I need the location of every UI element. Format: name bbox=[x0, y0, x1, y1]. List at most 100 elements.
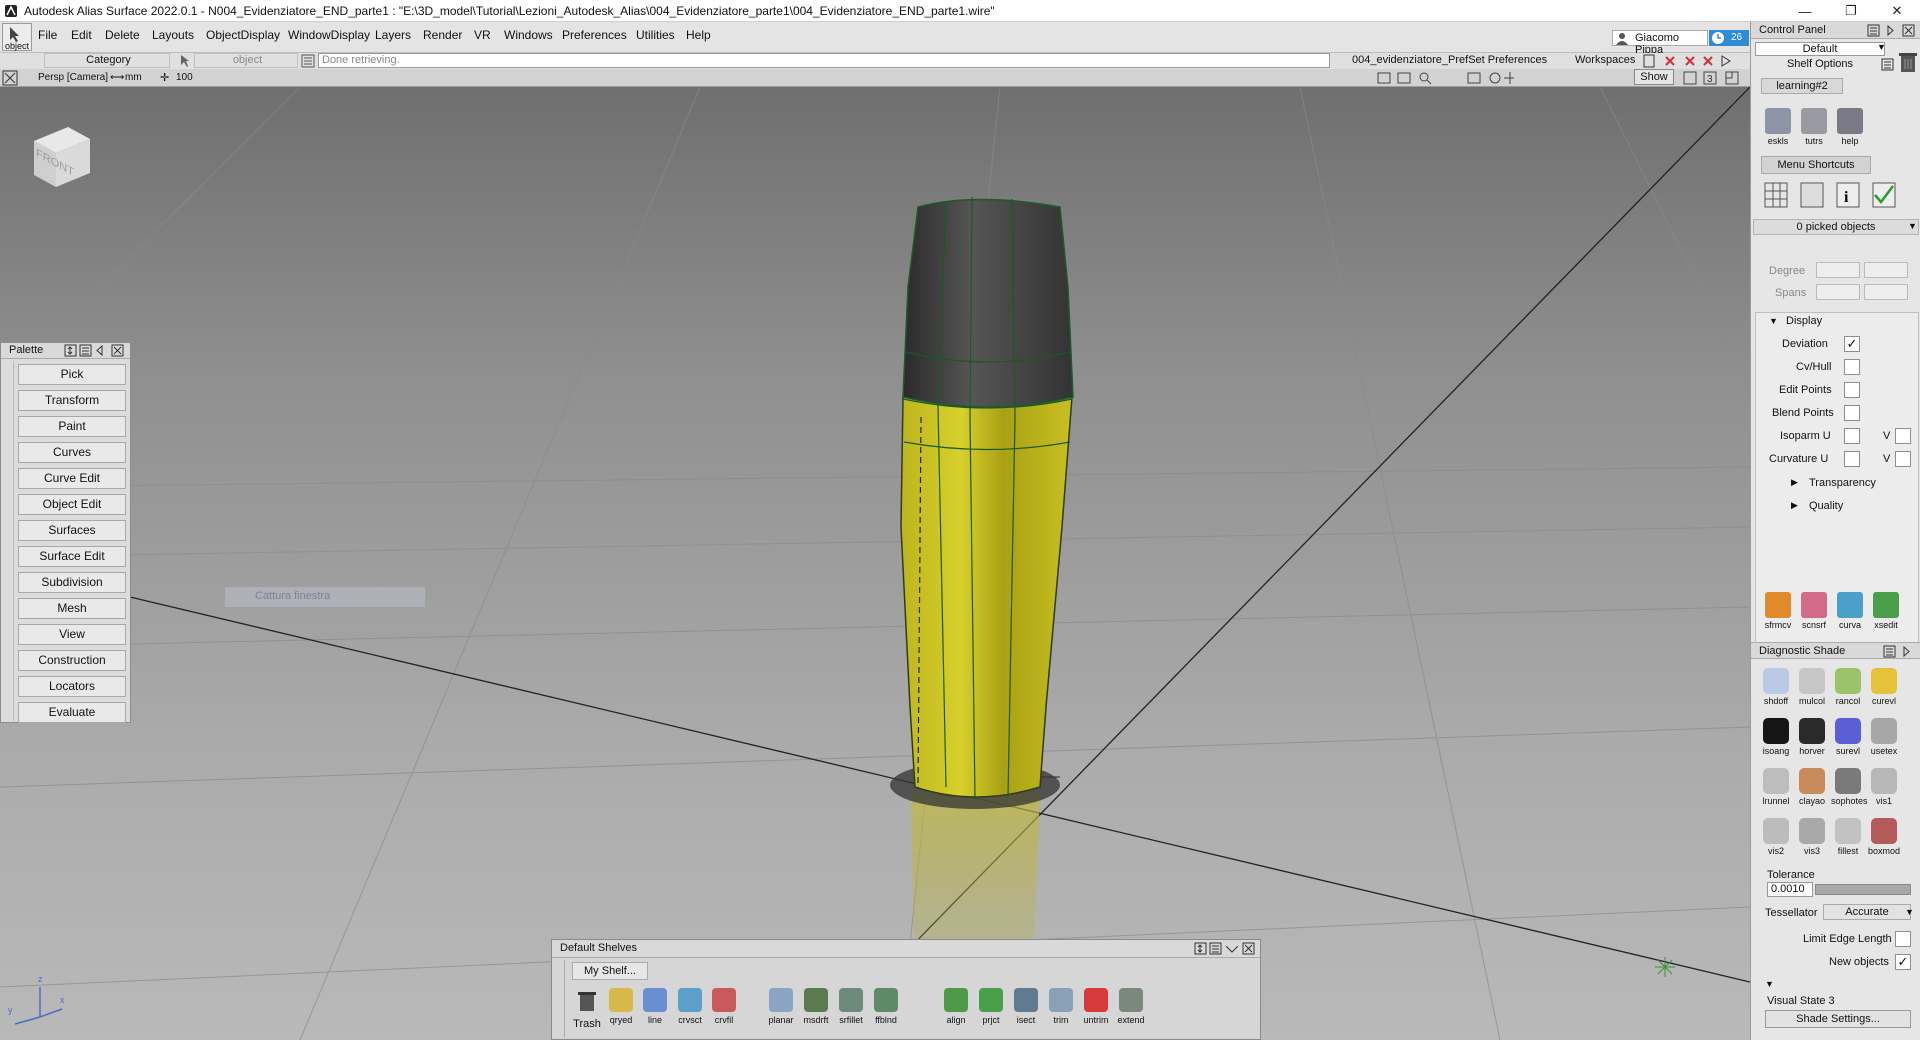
transparency-expand-icon[interactable]: ▶ bbox=[1791, 477, 1798, 488]
shelf-qryed[interactable]: qryed bbox=[604, 988, 638, 1025]
palette-object-edit[interactable]: Object Edit bbox=[18, 494, 126, 515]
display-expand-icon[interactable]: ▼ bbox=[1769, 316, 1778, 326]
shelf-ffblnd[interactable]: ffblnd bbox=[869, 988, 903, 1025]
diag-curevl[interactable]: curevl bbox=[1867, 668, 1901, 716]
tessellator-dropdown[interactable]: Accurate bbox=[1823, 904, 1911, 920]
control-panel-window-icons[interactable] bbox=[1867, 24, 1919, 38]
diag-rancol[interactable]: rancol bbox=[1831, 668, 1865, 716]
blend-points-checkbox[interactable] bbox=[1844, 405, 1860, 421]
diag-shdoff[interactable]: shdoff bbox=[1759, 668, 1793, 716]
menu-windowdisplay[interactable]: WindowDisplay bbox=[288, 28, 370, 42]
palette-pick[interactable]: Pick bbox=[18, 364, 126, 385]
palette-mesh[interactable]: Mesh bbox=[18, 598, 126, 619]
degree-field[interactable] bbox=[1816, 262, 1860, 278]
diag-sophotes[interactable]: sophotes bbox=[1831, 768, 1868, 816]
shelves-grip[interactable] bbox=[555, 960, 565, 1038]
diag-surevl[interactable]: surevl bbox=[1831, 718, 1865, 766]
workspaces-label[interactable]: Workspaces bbox=[1575, 54, 1635, 66]
shelf-scnsrf[interactable]: scnsrf bbox=[1797, 592, 1831, 640]
diag-usetex[interactable]: usetex bbox=[1867, 718, 1901, 766]
camera-label[interactable]: Persp [Camera] bbox=[38, 72, 108, 83]
menu-objectdisplay[interactable]: ObjectDisplay bbox=[206, 28, 280, 42]
new-objects-checkbox[interactable]: ✓ bbox=[1895, 954, 1911, 970]
shelf-trash[interactable]: Trash bbox=[570, 988, 604, 1030]
quality-label[interactable]: Quality bbox=[1809, 500, 1843, 512]
palette-view[interactable]: View bbox=[18, 624, 126, 645]
menu-shortcuts-tab[interactable]: Menu Shortcuts bbox=[1761, 156, 1871, 174]
user-account[interactable]: Giacomo Pippa bbox=[1612, 30, 1708, 56]
palette-paint[interactable]: Paint bbox=[18, 416, 126, 437]
shelf-help[interactable]: help bbox=[1833, 108, 1867, 156]
diag-clayao[interactable]: clayao bbox=[1795, 768, 1829, 816]
palette-grip[interactable] bbox=[4, 361, 14, 721]
shelf-eskls[interactable]: eskls bbox=[1761, 108, 1795, 156]
diag-isoang[interactable]: isoang bbox=[1759, 718, 1793, 766]
isoparm-v-checkbox[interactable] bbox=[1895, 428, 1911, 444]
palette-curves[interactable]: Curves bbox=[18, 442, 126, 463]
palette-surface-edit[interactable]: Surface Edit bbox=[18, 546, 126, 567]
shelf-msdrft[interactable]: msdrft bbox=[799, 988, 833, 1025]
shelf-srfillet[interactable]: srfillet bbox=[834, 988, 868, 1025]
menu-shortcut-icons[interactable]: i bbox=[1761, 180, 1911, 210]
diag-lrunnel[interactable]: lrunnel bbox=[1759, 768, 1793, 816]
diag-horver[interactable]: horver bbox=[1795, 718, 1829, 766]
pick-object-tool[interactable]: object bbox=[2, 23, 32, 51]
isoparm-u-checkbox[interactable] bbox=[1844, 428, 1860, 444]
close-button[interactable]: ✕ bbox=[1874, 0, 1920, 22]
diagnostic-shade-menu-icons[interactable] bbox=[1883, 645, 1915, 659]
prefset-label[interactable]: 004_evidenziatore_PrefSet Preferences bbox=[1352, 54, 1547, 66]
spans-field-v[interactable] bbox=[1864, 284, 1908, 300]
spans-field[interactable] bbox=[1816, 284, 1860, 300]
menu-layouts[interactable]: Layouts bbox=[152, 28, 194, 42]
shelf-align[interactable]: align bbox=[939, 988, 973, 1025]
diag-fillest[interactable]: fillest bbox=[1831, 818, 1865, 866]
menu-delete[interactable]: Delete bbox=[105, 28, 140, 42]
notification-badge[interactable]: 26 bbox=[1709, 30, 1749, 46]
shelf-xsedit[interactable]: xsedit bbox=[1869, 592, 1903, 640]
shelf-options-menu-icon[interactable] bbox=[1881, 58, 1895, 72]
palette-curve-edit[interactable]: Curve Edit bbox=[18, 468, 126, 489]
palette-controls-icons[interactable] bbox=[64, 344, 128, 358]
transparency-label[interactable]: Transparency bbox=[1809, 477, 1876, 489]
shelf-untrim[interactable]: untrim bbox=[1079, 988, 1113, 1025]
display-header[interactable]: Display bbox=[1786, 315, 1822, 327]
visual-state-collapse-icon[interactable]: ▼ bbox=[1765, 979, 1774, 989]
shelf-tutrs[interactable]: tutrs bbox=[1797, 108, 1831, 156]
shelf-options-button[interactable]: Shelf Options bbox=[1755, 58, 1885, 72]
palette-transform[interactable]: Transform bbox=[18, 390, 126, 411]
picked-objects-dropdown[interactable]: 0 picked objects bbox=[1753, 219, 1919, 235]
deviation-checkbox[interactable]: ✓ bbox=[1844, 336, 1860, 352]
menu-layers[interactable]: Layers bbox=[375, 28, 411, 42]
shelf-crvfil[interactable]: crvfil bbox=[707, 988, 741, 1025]
menu-help[interactable]: Help bbox=[686, 28, 711, 42]
shelf-isect[interactable]: isect bbox=[1009, 988, 1043, 1025]
preset-dropdown[interactable]: Default bbox=[1755, 42, 1885, 56]
menu-render[interactable]: Render bbox=[423, 28, 462, 42]
shelf-prjct[interactable]: prjct bbox=[974, 988, 1008, 1025]
show-button[interactable]: Show bbox=[1634, 69, 1674, 85]
restore-button[interactable]: ❐ bbox=[1828, 0, 1874, 22]
layout-icons[interactable]: 3 bbox=[1682, 70, 1748, 86]
shelf-crvsct[interactable]: crvsct bbox=[673, 988, 707, 1025]
shelf-extend[interactable]: extend bbox=[1114, 988, 1148, 1025]
diag-mulcol[interactable]: mulcol bbox=[1795, 668, 1829, 716]
shelf-curva[interactable]: curva bbox=[1833, 592, 1867, 640]
palette-locators[interactable]: Locators bbox=[18, 676, 126, 697]
view-cube[interactable]: FRONT bbox=[28, 123, 94, 189]
menu-file[interactable]: File bbox=[38, 28, 57, 42]
diag-vis1[interactable]: vis1 bbox=[1867, 768, 1901, 816]
trash-icon[interactable] bbox=[1897, 50, 1919, 74]
degree-field-v[interactable] bbox=[1864, 262, 1908, 278]
shelf-trim[interactable]: trim bbox=[1044, 988, 1078, 1025]
palette-surfaces[interactable]: Surfaces bbox=[18, 520, 126, 541]
menu-preferences[interactable]: Preferences bbox=[562, 28, 627, 42]
menu-edit[interactable]: Edit bbox=[71, 28, 92, 42]
shelf-tab-learning[interactable]: learning#2 bbox=[1761, 78, 1843, 94]
edit-points-checkbox[interactable] bbox=[1844, 382, 1860, 398]
object-field[interactable]: object bbox=[194, 53, 298, 68]
shelf-sfrmcv[interactable]: sfrmcv bbox=[1761, 592, 1795, 640]
cvhull-checkbox[interactable] bbox=[1844, 359, 1860, 375]
perspective-viewport[interactable]: FRONT Cattura finestra z y x bbox=[0, 87, 1750, 1040]
view-tools-icons[interactable] bbox=[1374, 70, 1514, 86]
palette-evaluate[interactable]: Evaluate bbox=[18, 702, 126, 723]
